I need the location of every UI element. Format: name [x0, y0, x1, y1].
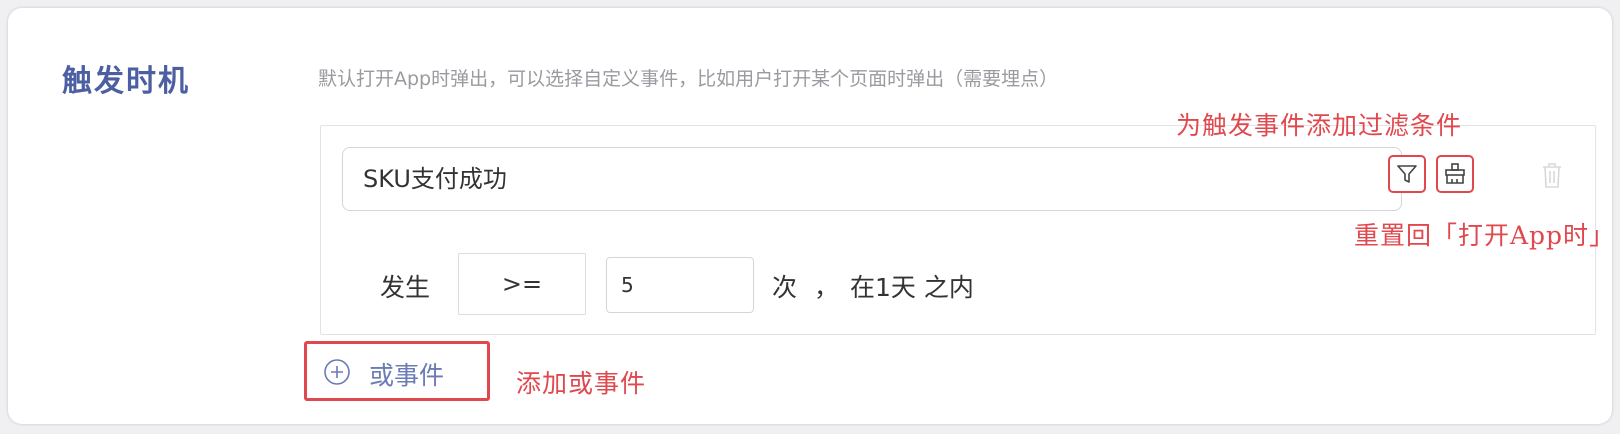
plus-circle-icon [324, 359, 350, 385]
operator-select[interactable]: >= [458, 253, 586, 315]
time-window-label: 在1天 之内 [850, 273, 974, 302]
comma-separator: ， [814, 273, 840, 302]
times-label: 次 [772, 273, 798, 302]
broom-icon [1445, 163, 1465, 184]
filter-icon [1397, 165, 1417, 183]
filter-button[interactable] [1388, 155, 1426, 193]
section-description: 默认打开App时弹出，可以选择自定义事件，比如用户打开某个页面时弹出（需要埋点） [318, 68, 1059, 90]
add-or-annotation: 添加或事件 [516, 369, 647, 398]
reset-annotation: 重置回「打开App时」 [1354, 221, 1616, 250]
occur-label: 发生 [380, 273, 431, 302]
add-or-event-button[interactable]: 或事件 [304, 341, 490, 401]
add-or-event-label: 或事件 [369, 361, 445, 390]
filter-annotation: 为触发事件添加过滤条件 [1176, 111, 1463, 140]
trash-icon [1543, 163, 1561, 188]
section-title: 触发时机 [62, 64, 190, 99]
reset-button[interactable] [1436, 155, 1474, 193]
delete-button[interactable] [1535, 158, 1569, 192]
event-select[interactable]: SKU支付成功 [342, 147, 1402, 211]
count-input[interactable] [606, 257, 754, 313]
